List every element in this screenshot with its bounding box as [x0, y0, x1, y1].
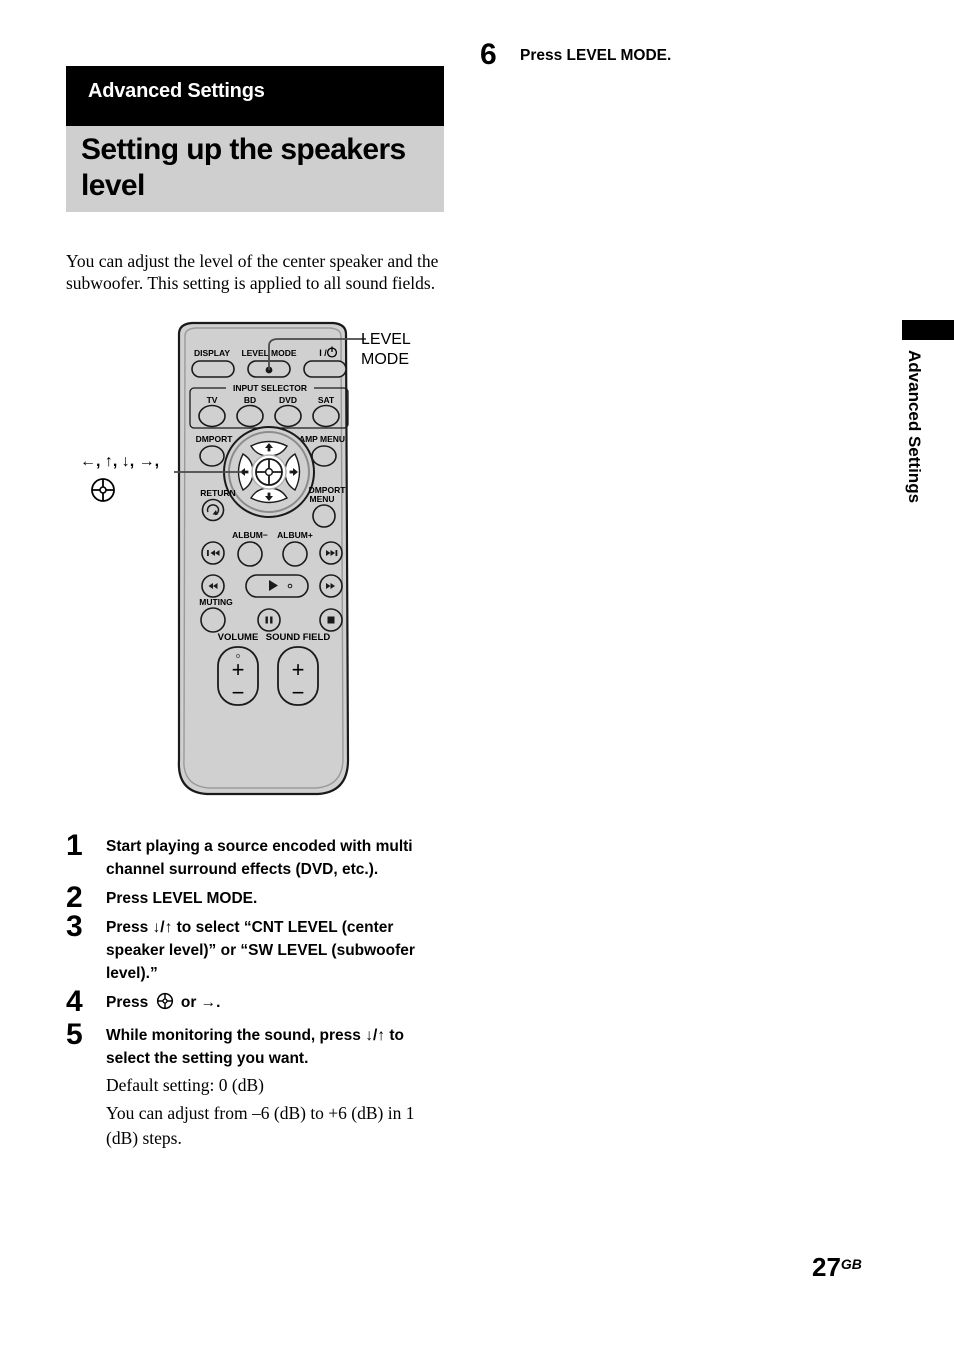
volume-minus-icon[interactable]: −	[232, 680, 245, 705]
dmport-label: DMPORT	[196, 434, 234, 444]
dvd-label: DVD	[279, 395, 297, 405]
step-note-default-setting: Default setting: 0 (dB)	[106, 1075, 264, 1095]
input-selector-label: INPUT SELECTOR	[233, 383, 307, 393]
dmport-menu-button[interactable]	[312, 504, 336, 528]
dvd-button[interactable]	[274, 404, 302, 428]
album-plus-label: ALBUM+	[277, 530, 313, 540]
sat-label: SAT	[318, 395, 335, 405]
dmport-menu-label-line2: MENU	[309, 494, 334, 504]
step-text: Press ↓/↑ to select “CNT LEVEL (center s…	[106, 919, 415, 982]
bd-button[interactable]	[236, 404, 264, 428]
page-number-value: 27	[812, 1252, 841, 1282]
album-minus-button[interactable]	[237, 541, 263, 567]
return-label: RETURN	[200, 488, 235, 498]
step-text: While monitoring the sound, press ↓/↑ to…	[106, 1027, 404, 1067]
step-note-adjust-range: You can adjust from –6 (dB) to +6 (dB) i…	[106, 1103, 415, 1148]
step-text: Press LEVEL MODE.	[106, 890, 258, 907]
dmport-button[interactable]	[199, 445, 225, 467]
side-thumb-tab-bar	[902, 320, 954, 340]
step-item-3: 3 Press ↓/↑ to select “CNT LEVEL (center…	[66, 912, 444, 985]
sound-field-plus-icon[interactable]: +	[292, 657, 305, 682]
step-item-2: 2 Press LEVEL MODE.	[66, 883, 444, 913]
step-text: Press LEVEL MODE.	[520, 47, 672, 64]
step-item-5: 5 While monitoring the sound, press ↓/↑ …	[66, 1020, 444, 1151]
display-label: DISPLAY	[194, 348, 230, 358]
muting-button[interactable]	[200, 607, 226, 633]
sat-button[interactable]	[312, 404, 340, 428]
step-text-after: or →.	[180, 994, 221, 1011]
step-number: 1	[66, 829, 83, 862]
amp-menu-label: AMP MENU	[299, 434, 345, 444]
remote-control-figure: DISPLAY LEVEL MODE I / INPUT SELECTOR TV…	[66, 320, 444, 820]
page-title: Setting up the speakers level	[81, 133, 406, 202]
step-text: Start playing a source encoded with mult…	[106, 838, 413, 878]
level-mode-callout-label: LEVEL MODE	[361, 331, 411, 368]
page-number: 27GB	[812, 1252, 862, 1283]
step-item-6: 6 Press LEVEL MODE.	[480, 40, 900, 70]
enter-button-icon	[88, 475, 118, 510]
step-number: 2	[66, 881, 83, 914]
page-number-suffix: GB	[840, 1256, 862, 1272]
sound-field-label: SOUND FIELD	[266, 632, 331, 643]
arrow-keys-callout-label: ←, ↑, ↓, →,	[80, 453, 160, 470]
sound-field-minus-icon[interactable]: −	[292, 680, 305, 705]
side-thumb-tab-label: Advanced Settings	[905, 350, 924, 504]
album-plus-button[interactable]	[282, 541, 308, 567]
volume-plus-icon[interactable]: +	[232, 657, 245, 682]
section-header-label: Advanced Settings	[88, 80, 265, 102]
step-text-before: Press	[106, 994, 149, 1011]
amp-menu-button[interactable]	[311, 445, 337, 467]
pause-button[interactable]	[257, 608, 281, 632]
step-number: 4	[66, 985, 83, 1018]
enter-icon-hub	[264, 467, 274, 477]
intro-paragraph: You can adjust the level of the center s…	[66, 250, 439, 294]
step-list: 1 Start playing a source encoded with mu…	[66, 831, 444, 1157]
return-button[interactable]	[201, 498, 225, 522]
stop-icon	[327, 616, 335, 624]
chapter-title-block: Setting up the speakers level	[66, 126, 444, 212]
tv-button[interactable]	[198, 404, 226, 428]
enter-button-icon	[155, 991, 175, 1018]
step-text: Press or →.	[106, 991, 444, 1018]
step-item-4: 4 Press or →.	[66, 987, 444, 1018]
display-button[interactable]	[191, 360, 235, 378]
side-thumb-tab: Advanced Settings	[902, 320, 954, 550]
power-label: I /	[319, 348, 327, 358]
tv-label: TV	[207, 395, 218, 405]
power-button[interactable]	[303, 360, 347, 378]
step-number: 5	[66, 1018, 83, 1051]
bd-label: BD	[244, 395, 256, 405]
left-column: Advanced Settings Setting up the speaker…	[66, 0, 444, 1352]
step-number: 6	[480, 38, 497, 71]
muting-label: MUTING	[199, 597, 233, 607]
section-header-bar: Advanced Settings	[66, 66, 444, 126]
album-minus-label: ALBUM−	[232, 530, 268, 540]
volume-label: VOLUME	[218, 632, 259, 643]
right-column: 6 Press LEVEL MODE.	[480, 0, 954, 1352]
step-number: 3	[66, 910, 83, 943]
step-item-1: 1 Start playing a source encoded with mu…	[66, 831, 444, 881]
remote-control-illustration: DISPLAY LEVEL MODE I / INPUT SELECTOR TV…	[174, 321, 366, 796]
